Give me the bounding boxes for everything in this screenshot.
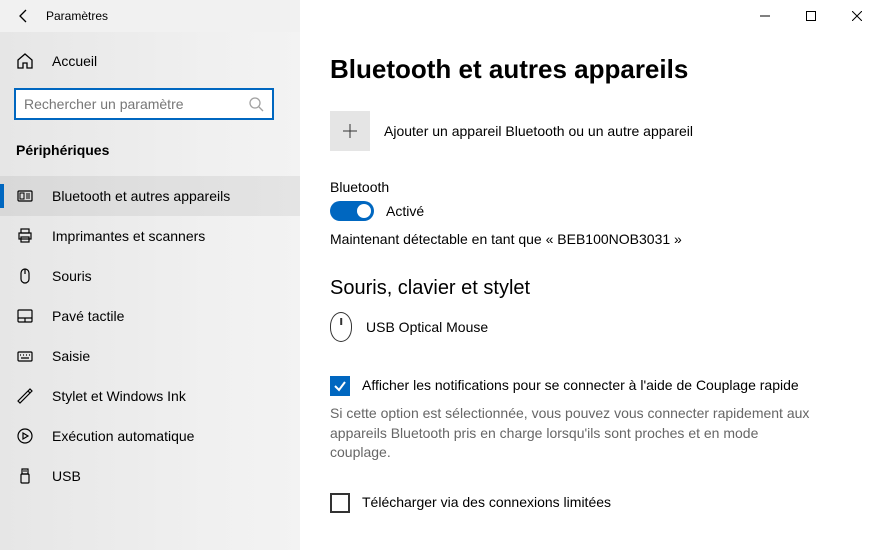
sidebar-item-autoplay[interactable]: Exécution automatique (0, 416, 300, 456)
sidebar-item-label: Saisie (52, 348, 90, 364)
keyboard-icon (16, 347, 34, 365)
back-button[interactable] (16, 8, 32, 24)
sidebar-item-label: Exécution automatique (52, 428, 194, 444)
bluetooth-devices-icon (16, 187, 34, 205)
plus-icon (330, 111, 370, 151)
home-icon (16, 52, 34, 70)
autoplay-icon (16, 427, 34, 445)
swift-pair-label: Afficher les notifications pour se conne… (362, 376, 799, 396)
bluetooth-label: Bluetooth (330, 179, 840, 195)
sidebar-nav: Bluetooth et autres appareils Imprimante… (0, 176, 300, 496)
sidebar-item-mouse[interactable]: Souris (0, 256, 300, 296)
add-device-button[interactable]: Ajouter un appareil Bluetooth ou un autr… (330, 111, 840, 151)
sidebar: Accueil Périphériques Bluetooth et autre… (0, 32, 300, 550)
sidebar-item-typing[interactable]: Saisie (0, 336, 300, 376)
discoverable-text: Maintenant détectable en tant que « BEB1… (330, 231, 840, 247)
sidebar-item-touchpad[interactable]: Pavé tactile (0, 296, 300, 336)
usb-icon (16, 467, 34, 485)
mouse-device-icon (330, 312, 352, 342)
sidebar-item-label: Souris (52, 268, 92, 284)
window-title: Paramètres (46, 9, 108, 23)
sidebar-item-label: Stylet et Windows Ink (52, 388, 186, 404)
home-label: Accueil (52, 53, 97, 69)
bluetooth-toggle[interactable] (330, 201, 374, 221)
metered-label: Télécharger via des connexions limitées (362, 493, 611, 512)
sidebar-item-label: USB (52, 468, 81, 484)
mouse-icon (16, 267, 34, 285)
maximize-button[interactable] (788, 0, 834, 32)
bluetooth-state: Activé (386, 203, 424, 219)
sidebar-item-pen[interactable]: Stylet et Windows Ink (0, 376, 300, 416)
page-title: Bluetooth et autres appareils (330, 54, 840, 85)
sidebar-item-label: Imprimantes et scanners (52, 228, 205, 244)
sidebar-item-bluetooth[interactable]: Bluetooth et autres appareils (0, 176, 300, 216)
search-icon (248, 96, 264, 112)
printer-icon (16, 227, 34, 245)
mouse-section-heading: Souris, clavier et stylet (330, 277, 840, 300)
device-row[interactable]: USB Optical Mouse (330, 312, 840, 342)
device-name: USB Optical Mouse (366, 319, 488, 335)
sidebar-item-label: Pavé tactile (52, 308, 124, 324)
sidebar-item-printers[interactable]: Imprimantes et scanners (0, 216, 300, 256)
touchpad-icon (16, 307, 34, 325)
swift-pair-help: Si cette option est sélectionnée, vous p… (330, 404, 810, 463)
close-button[interactable] (834, 0, 880, 32)
metered-checkbox[interactable] (330, 493, 350, 513)
pen-icon (16, 387, 34, 405)
sidebar-item-usb[interactable]: USB (0, 456, 300, 496)
home-link[interactable]: Accueil (0, 42, 300, 80)
main-content: Bluetooth et autres appareils Ajouter un… (300, 32, 880, 550)
search-input[interactable] (14, 88, 274, 120)
add-device-label: Ajouter un appareil Bluetooth ou un autr… (384, 123, 693, 139)
sidebar-item-label: Bluetooth et autres appareils (52, 188, 230, 204)
search-field[interactable] (24, 96, 248, 112)
swift-pair-checkbox[interactable] (330, 376, 350, 396)
minimize-button[interactable] (742, 0, 788, 32)
sidebar-category: Périphériques (0, 134, 300, 176)
titlebar: Paramètres (0, 0, 880, 32)
